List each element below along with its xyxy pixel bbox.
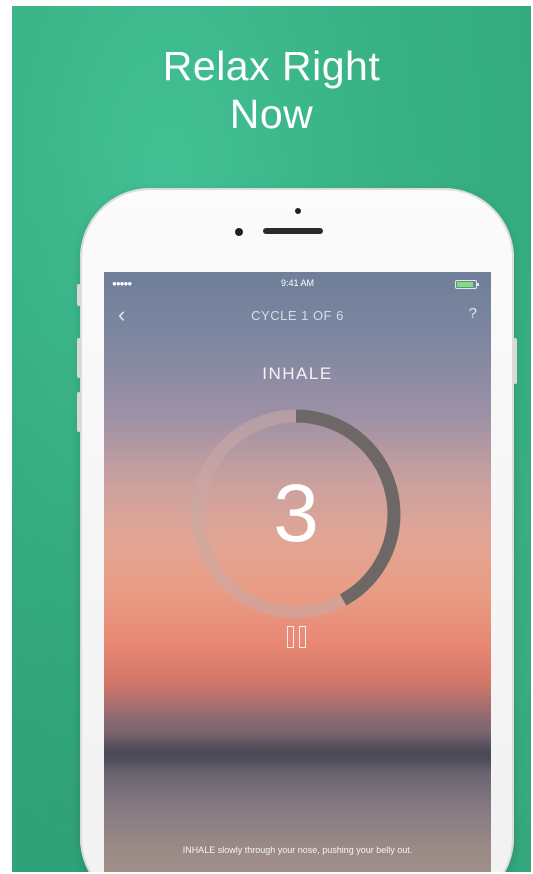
breath-progress-ring: 3	[186, 404, 406, 624]
phone-frame: ●●●●● 9:41 AM ‹ CYCLE 1 OF 6 ? INHALE 3	[77, 188, 517, 872]
pause-icon	[287, 626, 294, 648]
phone-power-button	[513, 338, 517, 384]
countdown-number: 3	[273, 468, 319, 559]
help-icon[interactable]: ?	[469, 305, 477, 322]
phase-label: INHALE	[262, 364, 333, 383]
app-screen: ●●●●● 9:41 AM ‹ CYCLE 1 OF 6 ? INHALE 3	[104, 272, 491, 872]
phone-volume-down	[77, 392, 81, 432]
battery-icon	[455, 280, 479, 289]
instruction-text: INHALE slowly through your nose, pushing…	[182, 845, 413, 855]
phone-camera	[235, 228, 243, 236]
pause-icon-bar	[299, 626, 306, 648]
status-time: 9:41 AM	[280, 278, 315, 288]
promo-headline: Relax Right Now	[12, 42, 531, 138]
phone-volume-up	[77, 338, 81, 378]
headline-line-1: Relax Right	[162, 43, 381, 89]
headline-line-2: Now	[229, 91, 314, 137]
nav-bar: ‹ CYCLE 1 OF 6 ?	[104, 296, 491, 332]
phone-sensor	[295, 208, 301, 214]
promo-background: Relax Right Now ●●●●● 9:41 AM ‹ CYCLE 1 …	[12, 6, 531, 872]
phone-speaker	[263, 228, 323, 234]
pause-button[interactable]	[285, 624, 315, 652]
phone-side-button	[77, 284, 81, 306]
status-bar: ●●●●● 9:41 AM	[104, 272, 491, 294]
cycle-title: CYCLE 1 OF 6	[251, 308, 344, 323]
